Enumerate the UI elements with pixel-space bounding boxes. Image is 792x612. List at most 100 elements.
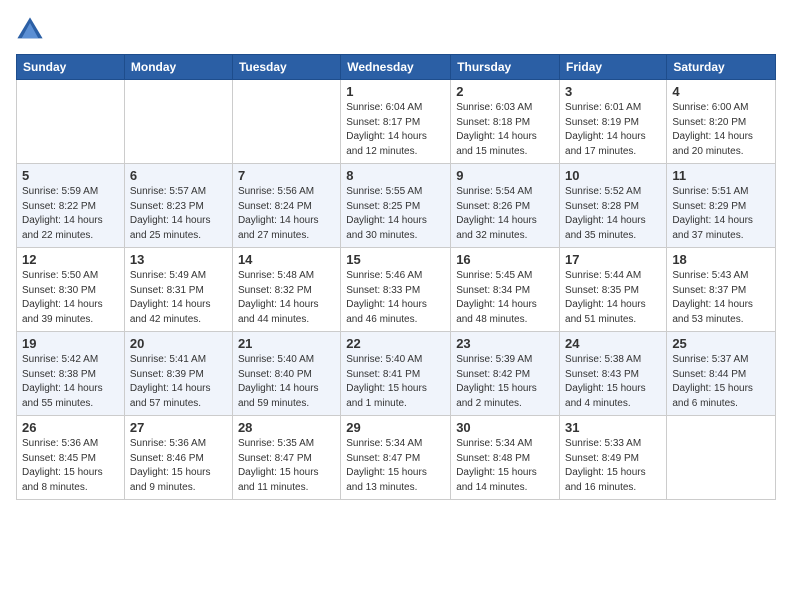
calendar-cell: 16 Sunrise: 5:45 AM Sunset: 8:34 PM Dayli… [451, 248, 560, 332]
day-info: Sunrise: 5:34 AM Sunset: 8:48 PM Dayligh… [456, 437, 554, 495]
day-info: Sunrise: 5:46 AM Sunset: 8:33 PM Dayligh… [346, 269, 445, 327]
calendar-cell: 22 Sunrise: 5:40 AM Sunset: 8:41 PM Dayli… [341, 332, 451, 416]
day-number: 16 [456, 252, 554, 267]
day-info: Sunrise: 6:00 AM Sunset: 8:20 PM Dayligh… [672, 101, 770, 159]
day-number: 17 [565, 252, 661, 267]
calendar-cell: 19 Sunrise: 5:42 AM Sunset: 8:38 PM Dayli… [17, 332, 125, 416]
weekday-header: Sunday [17, 55, 125, 80]
day-info: Sunrise: 5:51 AM Sunset: 8:29 PM Dayligh… [672, 185, 770, 243]
day-info: Sunrise: 5:43 AM Sunset: 8:37 PM Dayligh… [672, 269, 770, 327]
day-info: Sunrise: 5:36 AM Sunset: 8:46 PM Dayligh… [130, 437, 227, 495]
calendar-cell: 14 Sunrise: 5:48 AM Sunset: 8:32 PM Dayli… [232, 248, 340, 332]
calendar-cell: 15 Sunrise: 5:46 AM Sunset: 8:33 PM Dayli… [341, 248, 451, 332]
weekday-header: Saturday [667, 55, 776, 80]
day-number: 14 [238, 252, 335, 267]
day-info: Sunrise: 5:50 AM Sunset: 8:30 PM Dayligh… [22, 269, 119, 327]
day-info: Sunrise: 5:44 AM Sunset: 8:35 PM Dayligh… [565, 269, 661, 327]
day-number: 3 [565, 84, 661, 99]
day-info: Sunrise: 5:48 AM Sunset: 8:32 PM Dayligh… [238, 269, 335, 327]
calendar-cell: 24 Sunrise: 5:38 AM Sunset: 8:43 PM Dayli… [560, 332, 667, 416]
calendar-cell [17, 80, 125, 164]
calendar-week-row: 26 Sunrise: 5:36 AM Sunset: 8:45 PM Dayli… [17, 416, 776, 500]
calendar-cell: 2Sunrise: 6:03 AM Sunset: 8:18 PM Daylig… [451, 80, 560, 164]
day-number: 27 [130, 420, 227, 435]
weekday-header: Wednesday [341, 55, 451, 80]
day-number: 25 [672, 336, 770, 351]
day-info: Sunrise: 6:01 AM Sunset: 8:19 PM Dayligh… [565, 101, 661, 159]
day-info: Sunrise: 5:38 AM Sunset: 8:43 PM Dayligh… [565, 353, 661, 411]
day-number: 19 [22, 336, 119, 351]
calendar-cell: 20Sunrise: 5:41 AM Sunset: 8:39 PM Dayli… [124, 332, 232, 416]
day-number: 8 [346, 168, 445, 183]
calendar-cell: 17 Sunrise: 5:44 AM Sunset: 8:35 PM Dayli… [560, 248, 667, 332]
day-number: 26 [22, 420, 119, 435]
day-info: Sunrise: 5:59 AM Sunset: 8:22 PM Dayligh… [22, 185, 119, 243]
day-number: 22 [346, 336, 445, 351]
day-info: Sunrise: 5:49 AM Sunset: 8:31 PM Dayligh… [130, 269, 227, 327]
day-info: Sunrise: 5:40 AM Sunset: 8:41 PM Dayligh… [346, 353, 445, 411]
calendar-cell: 8 Sunrise: 5:55 AM Sunset: 8:25 PM Daylig… [341, 164, 451, 248]
calendar-cell: 30 Sunrise: 5:34 AM Sunset: 8:48 PM Dayli… [451, 416, 560, 500]
day-info: Sunrise: 5:33 AM Sunset: 8:49 PM Dayligh… [565, 437, 661, 495]
day-info: Sunrise: 5:56 AM Sunset: 8:24 PM Dayligh… [238, 185, 335, 243]
weekday-header: Tuesday [232, 55, 340, 80]
day-info: Sunrise: 5:36 AM Sunset: 8:45 PM Dayligh… [22, 437, 119, 495]
calendar-cell: 13 Sunrise: 5:49 AM Sunset: 8:31 PM Dayli… [124, 248, 232, 332]
day-number: 15 [346, 252, 445, 267]
calendar-cell: 3 Sunrise: 6:01 AM Sunset: 8:19 PM Daylig… [560, 80, 667, 164]
calendar-cell: 5 Sunrise: 5:59 AM Sunset: 8:22 PM Daylig… [17, 164, 125, 248]
day-info: Sunrise: 5:34 AM Sunset: 8:47 PM Dayligh… [346, 437, 445, 495]
logo-icon [16, 16, 44, 44]
calendar-cell: 29 Sunrise: 5:34 AM Sunset: 8:47 PM Dayli… [341, 416, 451, 500]
day-info: Sunrise: 5:40 AM Sunset: 8:40 PM Dayligh… [238, 353, 335, 411]
day-number: 10 [565, 168, 661, 183]
calendar-cell [124, 80, 232, 164]
calendar-cell: 9 Sunrise: 5:54 AM Sunset: 8:26 PM Daylig… [451, 164, 560, 248]
day-number: 24 [565, 336, 661, 351]
day-info: Sunrise: 5:57 AM Sunset: 8:23 PM Dayligh… [130, 185, 227, 243]
day-number: 20 [130, 336, 227, 351]
calendar-week-row: 12 Sunrise: 5:50 AM Sunset: 8:30 PM Dayli… [17, 248, 776, 332]
calendar-cell: 28Sunrise: 5:35 AM Sunset: 8:47 PM Dayli… [232, 416, 340, 500]
day-info: Sunrise: 6:04 AM Sunset: 8:17 PM Dayligh… [346, 101, 445, 159]
calendar-cell: 31 Sunrise: 5:33 AM Sunset: 8:49 PM Dayli… [560, 416, 667, 500]
day-number: 6 [130, 168, 227, 183]
day-info: Sunrise: 5:45 AM Sunset: 8:34 PM Dayligh… [456, 269, 554, 327]
day-number: 9 [456, 168, 554, 183]
day-number: 29 [346, 420, 445, 435]
calendar-week-row: 1 Sunrise: 6:04 AM Sunset: 8:17 PM Daylig… [17, 80, 776, 164]
logo [16, 16, 48, 44]
day-number: 2 [456, 84, 554, 99]
calendar-cell: 27 Sunrise: 5:36 AM Sunset: 8:46 PM Dayli… [124, 416, 232, 500]
day-number: 5 [22, 168, 119, 183]
calendar-cell: 25 Sunrise: 5:37 AM Sunset: 8:44 PM Dayli… [667, 332, 776, 416]
day-number: 7 [238, 168, 335, 183]
day-info: Sunrise: 5:55 AM Sunset: 8:25 PM Dayligh… [346, 185, 445, 243]
calendar-cell: 18Sunrise: 5:43 AM Sunset: 8:37 PM Dayli… [667, 248, 776, 332]
day-info: Sunrise: 5:54 AM Sunset: 8:26 PM Dayligh… [456, 185, 554, 243]
calendar-cell [667, 416, 776, 500]
day-number: 1 [346, 84, 445, 99]
day-number: 23 [456, 336, 554, 351]
day-number: 30 [456, 420, 554, 435]
day-number: 11 [672, 168, 770, 183]
calendar-cell [232, 80, 340, 164]
day-number: 31 [565, 420, 661, 435]
calendar-cell: 26 Sunrise: 5:36 AM Sunset: 8:45 PM Dayli… [17, 416, 125, 500]
calendar-week-row: 19 Sunrise: 5:42 AM Sunset: 8:38 PM Dayli… [17, 332, 776, 416]
weekday-header: Friday [560, 55, 667, 80]
calendar-cell: 23Sunrise: 5:39 AM Sunset: 8:42 PM Dayli… [451, 332, 560, 416]
calendar-cell: 21 Sunrise: 5:40 AM Sunset: 8:40 PM Dayli… [232, 332, 340, 416]
calendar-cell: 6 Sunrise: 5:57 AM Sunset: 8:23 PM Daylig… [124, 164, 232, 248]
day-number: 13 [130, 252, 227, 267]
weekday-header: Thursday [451, 55, 560, 80]
day-number: 4 [672, 84, 770, 99]
calendar-table: SundayMondayTuesdayWednesdayThursdayFrid… [16, 54, 776, 500]
calendar-cell: 7 Sunrise: 5:56 AM Sunset: 8:24 PM Daylig… [232, 164, 340, 248]
day-info: Sunrise: 5:37 AM Sunset: 8:44 PM Dayligh… [672, 353, 770, 411]
day-info: Sunrise: 5:52 AM Sunset: 8:28 PM Dayligh… [565, 185, 661, 243]
day-info: Sunrise: 5:42 AM Sunset: 8:38 PM Dayligh… [22, 353, 119, 411]
day-number: 21 [238, 336, 335, 351]
day-number: 12 [22, 252, 119, 267]
weekday-header: Monday [124, 55, 232, 80]
